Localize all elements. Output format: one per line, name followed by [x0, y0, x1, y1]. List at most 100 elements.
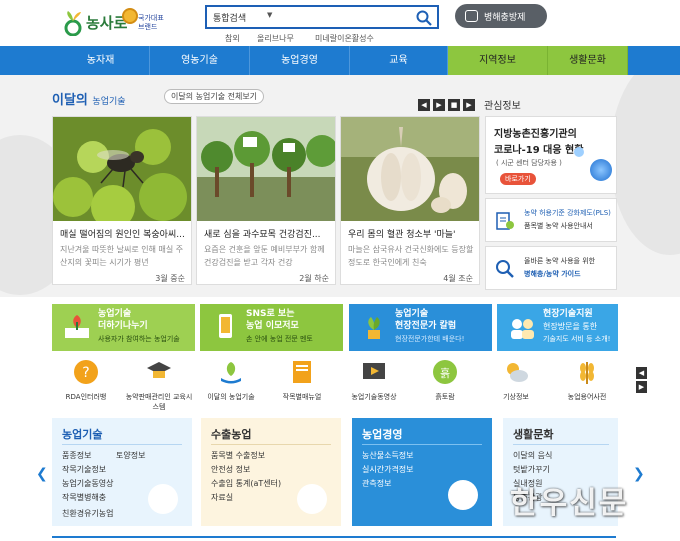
question-bubble-icon: ?: [74, 360, 98, 384]
magnifier-icon: [496, 260, 514, 278]
category-link[interactable]: 자료실: [211, 492, 233, 503]
info-title: 올바른 농약 사용을 위한: [524, 257, 596, 265]
pls-info-box[interactable]: 농약 허용기준 강화제도(PLS) 품목별 농약 사용안내서: [485, 198, 617, 242]
category-link[interactable]: 관측정보: [362, 478, 391, 489]
featured-section: 이달의 농업기술 이달의 농업기술 전체보기 ◀ ▶ ■ ▶ 관심정보 매실 떨…: [0, 75, 680, 297]
play-icon[interactable]: ▶: [463, 99, 475, 111]
banner-sns[interactable]: SNS로 보는 농업 이모저모 손 안에 농업 전문 멘토: [200, 304, 343, 351]
quick-next-icon[interactable]: ▶: [636, 381, 647, 393]
quick-dictionary[interactable]: 농업용어사전: [553, 358, 621, 410]
category-link[interactable]: 품목별 수출정보: [211, 450, 265, 461]
leaf-logo-icon: [64, 11, 82, 36]
weather-icon: [507, 363, 528, 382]
pest-control-button[interactable]: 병해충방제: [455, 4, 547, 28]
card-title: 우리 몸의 혈관 청소부 '마늘': [348, 230, 456, 240]
category-link[interactable]: 작목기술정보: [62, 464, 106, 475]
next-arrow-icon[interactable]: ❯: [633, 466, 645, 482]
graduation-cap-icon: [147, 362, 171, 378]
category-link[interactable]: 수출입 통계(aT센터): [211, 478, 281, 489]
card-date: 3월 중순: [155, 274, 185, 283]
nav-item-management[interactable]: 농업경영: [250, 46, 350, 75]
article-card[interactable]: 새로 심을 과수묘목 건강검진... 요즘은 건훈을 앞둔 예비부부가 함께 건…: [196, 116, 336, 285]
soil-logo-icon: 흙: [433, 360, 457, 384]
category-box-tech: 농업기술 품종정보 토양정보 작목기술정보 농업기술동영상 작목별병해충 친환경…: [52, 418, 192, 526]
covid-banner[interactable]: 지방농촌진흥기관의 코로나-19 대응 현황 ( 시군 센터 담당자용 ) 바로…: [485, 116, 617, 194]
category-link[interactable]: 이달의 음식: [513, 450, 552, 461]
banner-tech-share[interactable]: 농업기술 더하기나누기 사용자가 참여하는 농업기술: [52, 304, 195, 351]
wheat-icon: [580, 362, 594, 384]
divider: [211, 444, 331, 445]
pest-guide-box[interactable]: 올바른 농약 사용을 위한 병해충/농약 가이드: [485, 246, 617, 290]
category-link[interactable]: 농업기술동영상: [62, 478, 114, 489]
card-date: 2월 하순: [299, 274, 329, 283]
covid-go-button[interactable]: 바로가기: [500, 173, 536, 185]
category-link[interactable]: 친환경유기농업: [62, 508, 114, 519]
banner-field-support[interactable]: 현장기술지원 현장방문을 통한 기술지도 서비 등 소개!: [497, 304, 618, 351]
search-box[interactable]: 통합검색 ▼: [205, 5, 439, 29]
garlic-image: [341, 117, 479, 221]
quick-pesticide-edu[interactable]: 농약판매관리인 교육시스템: [125, 358, 193, 411]
info-title: 농약 허용기준 강화제도(PLS): [524, 209, 611, 217]
plant-illustration-icon: [148, 484, 178, 514]
quick-rda[interactable]: ? RDA인터러뱅: [52, 358, 120, 410]
interest-title: 관심정보: [484, 101, 521, 112]
category-link[interactable]: 농산물소득정보: [362, 450, 414, 461]
search-icon[interactable]: [415, 9, 433, 27]
watermark: 한우신문: [510, 486, 629, 521]
divider: [513, 444, 609, 445]
article-card[interactable]: 매실 떨어짐의 원인인 복숭아씨... 지난겨울 따뜻한 날씨로 인해 매실 주…: [52, 116, 192, 285]
main-nav: 농자재 영농기술 농업경영 교육 지역정보 생활문화: [0, 46, 680, 75]
category-link[interactable]: 작목별병해충: [62, 492, 106, 503]
nav-item-lifestyle[interactable]: 생활문화: [548, 46, 628, 75]
quick-soil[interactable]: 흙 흙토람: [411, 358, 479, 410]
chart-board-icon: [448, 480, 478, 510]
quick-tech-video[interactable]: 농업기술동영상: [340, 358, 408, 410]
quick-weather[interactable]: 기상정보: [482, 358, 550, 410]
info-subtitle: 병해충/농약 가이드: [524, 270, 581, 278]
plum-insect-image: [53, 117, 191, 221]
logo-subtitle: 국가대표 브랜드: [138, 14, 164, 31]
plant-book-icon: [65, 315, 89, 338]
category-title: 생활문화: [513, 428, 554, 441]
phone-icon: [219, 314, 232, 338]
nav-item-farming-tech[interactable]: 영농기술: [150, 46, 250, 75]
card-desc: 요즘은 건훈을 앞둔 예비부부가 함께 건강검진을 받고 각자 건강: [204, 245, 325, 267]
site-logo[interactable]: 농사로 국가대표 브랜드: [62, 4, 172, 42]
view-all-button[interactable]: 이달의 농업기술 전체보기: [164, 89, 265, 104]
nav-item-education[interactable]: 교육: [350, 46, 448, 75]
category-link[interactable]: 토양정보: [116, 450, 145, 461]
background-decoration: [610, 75, 680, 255]
prev-icon[interactable]: ◀: [418, 99, 430, 111]
category-title: 농업기술: [62, 428, 103, 441]
potted-plant-icon: [368, 317, 380, 339]
virus-icon: [574, 147, 584, 157]
category-link[interactable]: 안전성 정보: [211, 464, 250, 475]
card-desc: 지난겨울 따뜻한 날씨로 인해 매실 주산지의 꽃피는 시기가 평년: [60, 245, 184, 267]
banner-expert-column[interactable]: 농업기술 현장전문가 칼럼 현장전문가한테 배운다!: [349, 304, 492, 351]
quick-prev-icon[interactable]: ◀: [636, 367, 647, 379]
quick-crop-manual[interactable]: 작목별매뉴얼: [268, 358, 336, 410]
next-icon[interactable]: ▶: [433, 99, 445, 111]
category-link[interactable]: 품종정보: [62, 450, 91, 461]
keyword-link[interactable]: 올리브나무: [257, 33, 294, 44]
chevron-down-icon[interactable]: ▼: [267, 11, 272, 19]
keyword-link[interactable]: 참외: [225, 33, 240, 44]
category-link[interactable]: 실시간가격정보: [362, 464, 414, 475]
svg-text:?: ?: [82, 365, 89, 381]
card-title: 매실 떨어짐의 원인인 복숭아씨...: [60, 230, 185, 240]
export-illustration-icon: [297, 484, 327, 514]
category-link[interactable]: 텃밭가꾸기: [513, 464, 550, 475]
stop-icon[interactable]: ■: [448, 99, 460, 111]
nav-item-regional[interactable]: 지역정보: [448, 46, 548, 75]
article-card[interactable]: 우리 몸의 혈관 청소부 '마늘' 마늘은 삼국유사 건국신화에도 등장할 정도…: [340, 116, 480, 285]
keyword-link[interactable]: 미네랄이온활성수: [315, 33, 374, 44]
prev-arrow-icon[interactable]: ❮: [36, 466, 48, 482]
card-date: 4월 조순: [443, 274, 473, 283]
pesticide-book-icon: [496, 212, 514, 230]
seedling-image: [197, 117, 335, 221]
monitor-icon: [465, 10, 478, 22]
search-category[interactable]: 통합검색: [213, 11, 246, 24]
card-desc: 마늘은 삼국유사 건국신화에도 등장할 정도로 한국인에게 친숙: [348, 245, 474, 267]
quick-monthly-tech[interactable]: 이달의 농업기술: [197, 358, 265, 410]
nav-item-materials[interactable]: 농자재: [52, 46, 150, 75]
